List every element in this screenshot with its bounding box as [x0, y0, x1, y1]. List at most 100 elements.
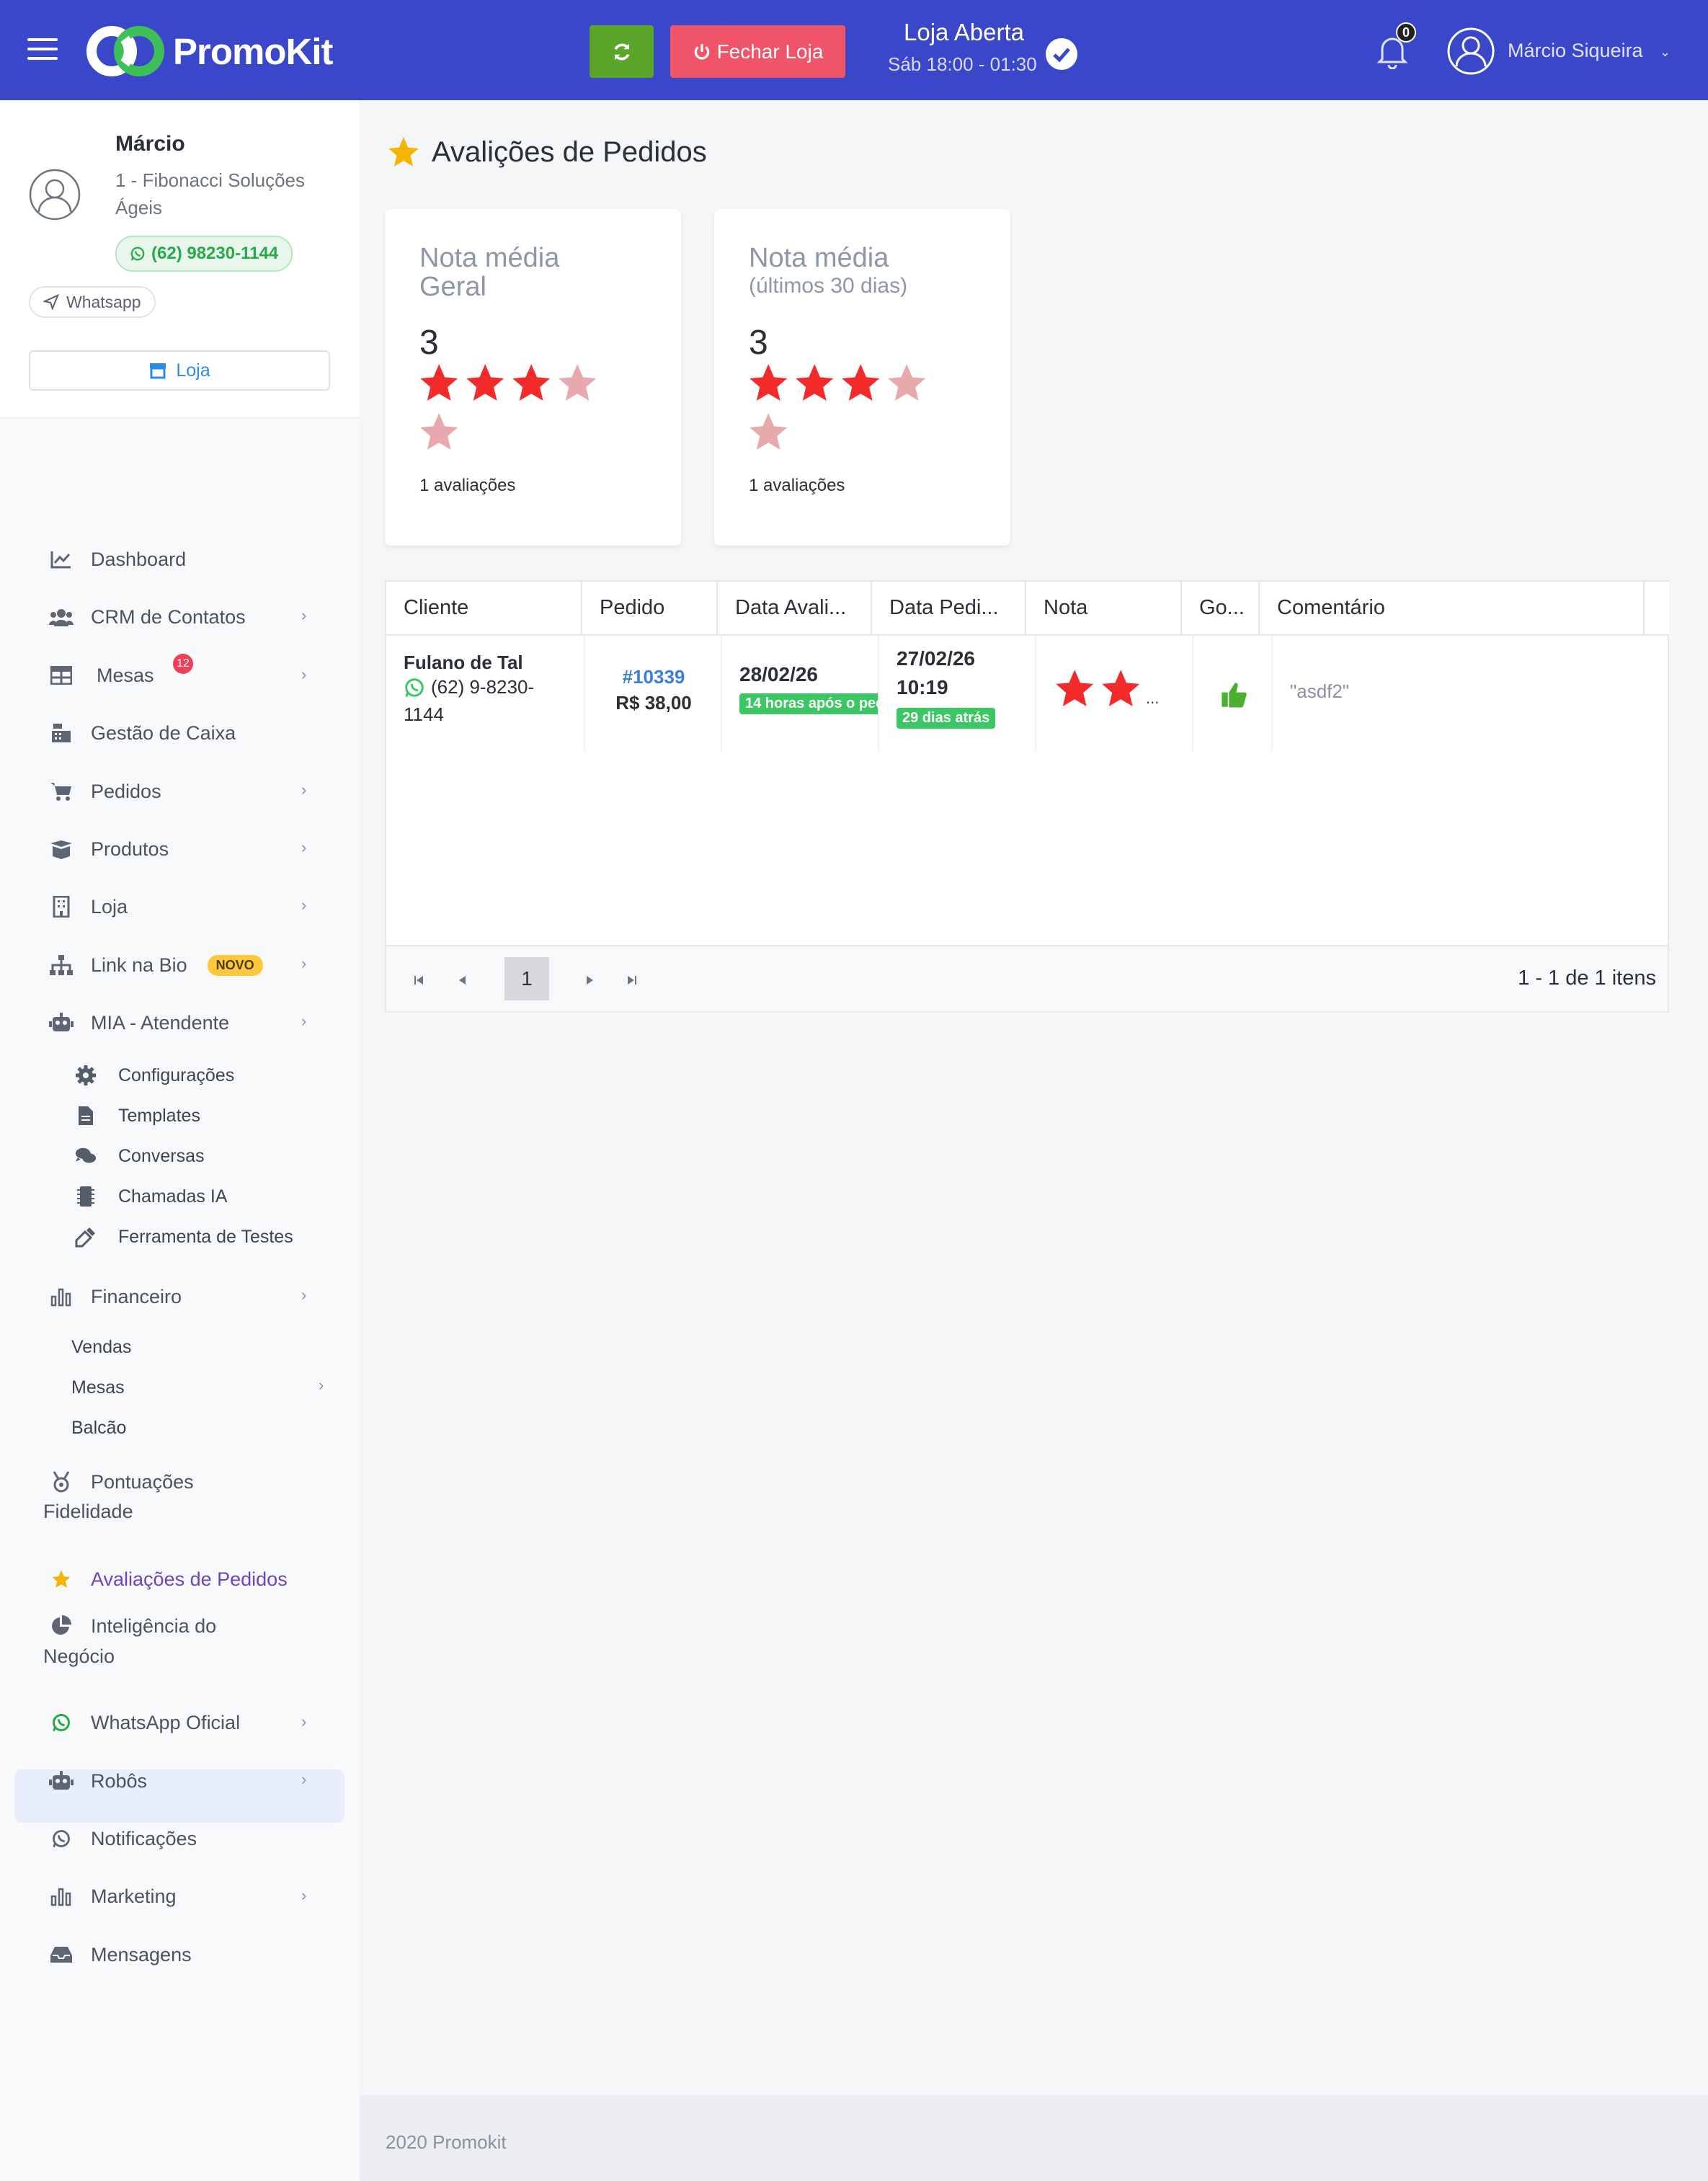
whatsapp-icon [130, 246, 145, 261]
chart-line-icon [49, 547, 74, 572]
whatsapp-icon [405, 678, 424, 697]
last-page-icon[interactable] [621, 969, 643, 991]
sidebar-item-inteligencia[interactable]: Inteligência do [49, 1612, 216, 1640]
novo-badge: NOVO [207, 954, 263, 976]
sidebar-subitem-label: Ferramenta de Testes [118, 1226, 293, 1247]
sidebar-item-pontuacoes-line2[interactable]: Fidelidade [43, 1496, 133, 1527]
previous-page-icon[interactable] [451, 969, 473, 991]
sidebar-subitem-balcao[interactable]: Balcão [71, 1418, 126, 1439]
sidebar-item-label: Dashboard [91, 548, 187, 570]
users-icon [49, 605, 74, 629]
refresh-icon [614, 43, 629, 60]
current-page[interactable]: 1 [504, 957, 549, 1000]
sidebar-subitem-mesas[interactable]: Mesas [71, 1377, 125, 1398]
sidebar-subitem-chamadas[interactable]: Chamadas IA [75, 1178, 227, 1214]
sidebar-subitem-vendas[interactable]: Vendas [71, 1337, 131, 1358]
sidebar-item-marketing[interactable]: Marketing [49, 1875, 177, 1918]
refresh-button[interactable] [590, 25, 654, 78]
order-link[interactable]: #10339 [585, 666, 722, 688]
sidebar-item-robos[interactable]: Robôs [49, 1759, 147, 1803]
sidebar-item-mia[interactable]: MIA - Atendente [49, 1001, 229, 1044]
column-header-comentario[interactable]: Comentário [1260, 582, 1645, 634]
sidebar-subitem-conversas[interactable]: Conversas [75, 1138, 205, 1174]
column-header-data-pedido[interactable]: Data Pedi... [872, 582, 1026, 634]
star-icon [49, 1567, 74, 1591]
menu-toggle-icon[interactable] [27, 38, 58, 60]
star-empty-icon [888, 364, 926, 401]
column-header-nota[interactable]: Nota [1026, 582, 1182, 634]
star-filled-icon [466, 364, 504, 401]
cell-cliente: Fulano de Tal (62) 9-8230- 1144 [386, 636, 585, 751]
robot-icon [49, 1769, 74, 1793]
sidebar-item-crm[interactable]: CRM de Contatos [49, 595, 246, 639]
file-icon [75, 1105, 97, 1127]
column-header-pedido[interactable]: Pedido [582, 582, 718, 634]
sidebar-item-loja[interactable]: Loja [49, 885, 128, 928]
star-icon [388, 137, 419, 166]
whatsapp-button[interactable]: Whatsapp [29, 286, 156, 318]
card-score: 3 [419, 324, 439, 362]
sidebar-item-produtos[interactable]: Produtos [49, 827, 169, 871]
sidebar-item-pontuacoes[interactable]: Pontuações [49, 1467, 194, 1496]
order-age-tag: 29 dias atrás [897, 708, 996, 729]
logo[interactable]: PromoKit [85, 25, 333, 78]
sidebar-item-pedidos[interactable]: Pedidos [49, 770, 161, 813]
column-header-data-avaliacao[interactable]: Data Avali... [718, 582, 872, 634]
user-avatar-icon[interactable] [1447, 27, 1495, 75]
sidebar-item-label: Notificações [91, 1827, 197, 1849]
card-subtitle: Geral [419, 272, 486, 302]
microchip-icon [75, 1186, 97, 1207]
chevron-right-icon: › [301, 606, 307, 624]
column-header-cliente[interactable]: Cliente [386, 582, 582, 634]
sidebar-item-caixa[interactable]: Gestão de Caixa [49, 711, 236, 755]
cell-gostou [1193, 636, 1273, 751]
sidebar-item-mensagens[interactable]: Mensagens [49, 1933, 192, 1976]
sidebar-item-label: Loja [91, 895, 128, 918]
cell-data-pedido: 27/02/26 10:19 29 dias atrás [879, 636, 1036, 751]
next-page-icon[interactable] [579, 969, 601, 991]
whatsapp-label: Whatsapp [66, 292, 141, 311]
user-name[interactable]: Márcio Siqueira [1508, 40, 1643, 62]
sidebar-subitem-config[interactable]: Configurações [75, 1057, 234, 1093]
star-filled-icon [796, 364, 834, 401]
sidebar-item-inteligencia-line2[interactable]: Negócio [43, 1640, 115, 1672]
sidebar-subitem-label: Templates [118, 1105, 200, 1126]
logo-text: PromoKit [173, 30, 333, 72]
column-header-gostou[interactable]: Go... [1182, 582, 1260, 634]
order-date: 27/02/26 [897, 647, 975, 670]
sidebar-item-notificacoes[interactable]: Notificações [49, 1817, 197, 1860]
store-button[interactable]: Loja [29, 350, 330, 391]
order-time: 10:19 [897, 676, 948, 698]
sidebar-item-label: Financeiro [91, 1285, 182, 1307]
cash-register-icon [49, 721, 74, 745]
sidebar-item-dashboard[interactable]: Dashboard [49, 538, 186, 581]
sidebar-item-whatsapp-oficial[interactable]: WhatsApp Oficial [49, 1701, 240, 1744]
inbox-icon [49, 1942, 74, 1967]
cart-icon [49, 779, 74, 804]
close-store-button[interactable]: Fechar Loja [670, 25, 845, 78]
profile-phone-badge[interactable]: (62) 98230-1144 [115, 236, 293, 272]
chevron-right-icon: › [301, 1770, 307, 1788]
close-store-label: Fechar Loja [716, 40, 824, 63]
client-phone-text: (62) 9-8230- [431, 676, 535, 698]
sidebar-subitem-templates[interactable]: Templates [75, 1098, 200, 1134]
order-value: R$ 38,00 [615, 692, 692, 714]
sidebar-item-linkbio[interactable]: Link na Bio NOVO [49, 943, 263, 987]
chevron-right-icon: › [301, 665, 307, 683]
profile-name: Márcio [115, 132, 185, 156]
chevron-right-icon: › [319, 1376, 324, 1394]
eyedropper-icon [75, 1226, 97, 1248]
chevron-down-icon[interactable]: ⌄ [1660, 45, 1671, 60]
sidebar-item-label: Marketing [91, 1885, 177, 1907]
sidebar-item-label: WhatsApp Oficial [91, 1711, 241, 1733]
star-icon [1102, 670, 1140, 706]
sidebar-item-avaliacoes[interactable]: Avaliações de Pedidos [49, 1558, 288, 1601]
table-row[interactable]: Fulano de Tal (62) 9-8230- 1144 #10339 R… [386, 636, 1669, 751]
sidebar-item-label: Pedidos [91, 780, 161, 802]
sidebar-item-mesas[interactable]: Mesas 12 [49, 654, 193, 697]
card-count: 1 avaliações [749, 476, 845, 495]
sidebar-item-financeiro[interactable]: Financeiro [49, 1275, 182, 1318]
page-title: Avalições de Pedidos [386, 134, 707, 170]
first-page-icon[interactable] [408, 969, 430, 991]
sidebar-subitem-ferramenta[interactable]: Ferramenta de Testes [75, 1219, 293, 1255]
